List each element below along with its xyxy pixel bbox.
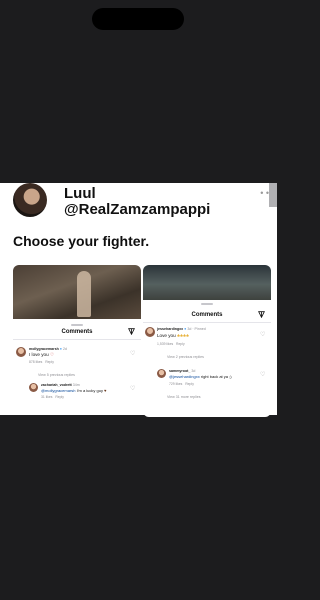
avatar[interactable] (16, 347, 26, 357)
reply-button[interactable]: Reply (55, 395, 64, 399)
view-replies-link[interactable]: View 5 previous replies (38, 373, 75, 377)
photo (13, 265, 141, 319)
reply-text: @jessehardingxx right back at ya ;) (169, 374, 232, 379)
heart-icon[interactable]: ♡ (260, 372, 265, 378)
comment-username[interactable]: jessehardingxx ● 3d · Pinned (157, 327, 206, 331)
more-icon[interactable]: • • (260, 188, 269, 198)
avatar[interactable] (13, 183, 47, 217)
comment-meta: 1,539 likes Reply (157, 342, 185, 346)
avatar[interactable] (157, 369, 166, 378)
reply-meta: 729 likes Reply (169, 382, 194, 386)
avatar[interactable] (29, 383, 38, 392)
dynamic-island (92, 8, 184, 30)
scrollbar[interactable] (269, 183, 277, 207)
reply-text: @mollygracemarsh I'm a lucky guy ♥ (41, 388, 107, 393)
user-handle[interactable]: @RealZamzampappi (64, 201, 210, 218)
sheet-title: Comments (191, 312, 223, 318)
screen: Luul @RealZamzampappi • • Choose your fi… (0, 0, 277, 600)
comment-meta: 878 likes Reply (29, 360, 54, 364)
view-more-replies-link[interactable]: View 31 more replies (167, 395, 201, 399)
filter-icon[interactable] (258, 311, 265, 318)
sheet-title: Comments (61, 329, 93, 335)
left-screenshot: Comments mollygracemarsh ● 2d I love you… (13, 265, 141, 415)
display-name[interactable]: Luul (64, 185, 96, 202)
tweet-text: Choose your fighter. (13, 233, 150, 249)
sheet-grabber[interactable] (71, 324, 83, 326)
heart-icon[interactable]: ♡ (130, 351, 135, 357)
heart-icon[interactable]: ♡ (130, 386, 135, 392)
reply-username[interactable]: zachariah_vodrett 34m (41, 383, 80, 387)
person-figure (77, 271, 91, 317)
view-previous-replies-link[interactable]: View 2 previous replies (167, 355, 204, 359)
right-screenshot: Comments jessehardingxx ● 3d · Pinned Lo… (143, 265, 271, 417)
avatar[interactable] (145, 327, 155, 337)
comment-text: I love you ♡ (29, 352, 55, 357)
divider (13, 339, 141, 340)
reply-button[interactable]: Reply (176, 342, 185, 346)
filter-icon[interactable] (128, 328, 135, 335)
comment-username[interactable]: mollygracemarsh ● 2d (29, 347, 67, 351)
verified-icon: ● (59, 347, 62, 351)
reply-meta: 31 likes Reply (41, 395, 64, 399)
photo (143, 265, 271, 300)
reply-button[interactable]: Reply (45, 360, 54, 364)
reply-username[interactable]: sammyroot_ 3d (169, 369, 195, 373)
sheet-grabber[interactable] (201, 303, 213, 305)
divider (143, 322, 271, 323)
heart-icon[interactable]: ♡ (260, 332, 265, 338)
comment-text: Love you ♣♣♣♣ (157, 333, 189, 338)
reply-button[interactable]: Reply (185, 382, 194, 386)
